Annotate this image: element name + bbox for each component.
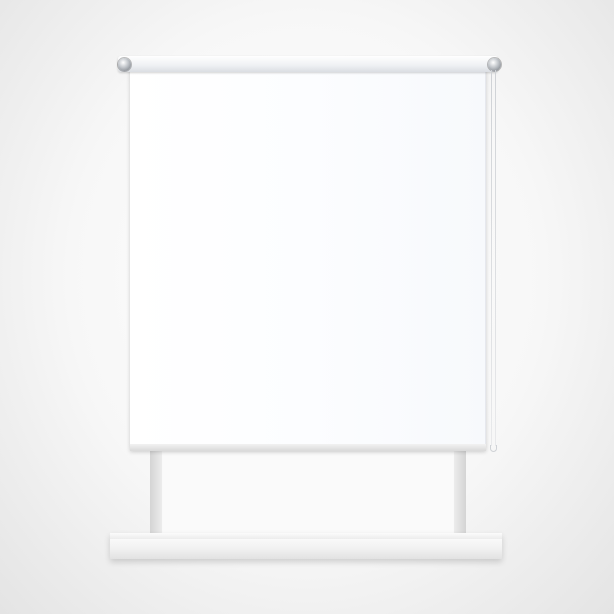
recess-right-wall [454, 448, 466, 540]
window-sill [110, 533, 502, 559]
pull-chain[interactable] [490, 70, 498, 452]
window-recess [150, 448, 466, 540]
blind-roller-tube [118, 56, 498, 72]
chain-strand-back [495, 70, 496, 446]
recess-left-wall [150, 448, 162, 540]
roller-blind-scene [0, 0, 614, 614]
recess-opening [162, 448, 454, 540]
chain-loop [490, 445, 497, 452]
blind-bottom-rail [130, 444, 486, 451]
roller-blind-fabric [130, 66, 486, 451]
left-bracket-icon [118, 58, 131, 71]
window-sill-top [110, 533, 502, 539]
chain-strand-front [491, 70, 492, 446]
